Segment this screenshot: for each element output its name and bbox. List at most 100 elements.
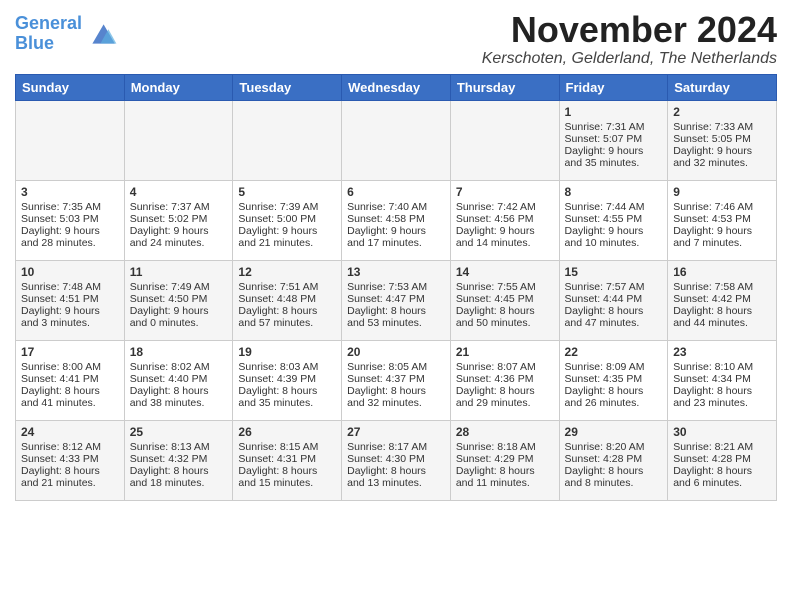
- day-info-line: Daylight: 9 hours and 3 minutes.: [21, 305, 119, 329]
- day-number: 12: [238, 265, 336, 279]
- day-number: 25: [130, 425, 228, 439]
- day-info-line: Sunrise: 8:18 AM: [456, 441, 554, 453]
- calendar-cell: 21Sunrise: 8:07 AMSunset: 4:36 PMDayligh…: [450, 340, 559, 420]
- day-info-line: Sunrise: 7:33 AM: [673, 121, 771, 133]
- day-info-line: Sunrise: 7:58 AM: [673, 281, 771, 293]
- day-number: 28: [456, 425, 554, 439]
- location: Kerschoten, Gelderland, The Netherlands: [482, 50, 777, 68]
- day-info-line: Sunrise: 7:44 AM: [565, 201, 663, 213]
- day-info-line: Sunrise: 7:31 AM: [565, 121, 663, 133]
- day-info-line: Sunset: 4:47 PM: [347, 293, 445, 305]
- day-info-line: Daylight: 8 hours and 32 minutes.: [347, 385, 445, 409]
- day-number: 2: [673, 105, 771, 119]
- day-info-line: Sunrise: 8:03 AM: [238, 361, 336, 373]
- day-info-line: Sunrise: 7:53 AM: [347, 281, 445, 293]
- day-info-line: Daylight: 8 hours and 11 minutes.: [456, 465, 554, 489]
- calendar-cell: [233, 100, 342, 180]
- day-info-line: Sunset: 4:55 PM: [565, 213, 663, 225]
- calendar-cell: 10Sunrise: 7:48 AMSunset: 4:51 PMDayligh…: [16, 260, 125, 340]
- day-number: 11: [130, 265, 228, 279]
- day-number: 9: [673, 185, 771, 199]
- day-info-line: Sunrise: 8:20 AM: [565, 441, 663, 453]
- col-wednesday: Wednesday: [342, 74, 451, 100]
- day-info-line: Sunrise: 8:21 AM: [673, 441, 771, 453]
- day-info-line: Sunset: 4:40 PM: [130, 373, 228, 385]
- day-info-line: Sunset: 4:34 PM: [673, 373, 771, 385]
- day-number: 13: [347, 265, 445, 279]
- day-info-line: Daylight: 8 hours and 6 minutes.: [673, 465, 771, 489]
- week-row-3: 17Sunrise: 8:00 AMSunset: 4:41 PMDayligh…: [16, 340, 777, 420]
- day-info-line: Daylight: 9 hours and 21 minutes.: [238, 225, 336, 249]
- day-info-line: Sunrise: 7:40 AM: [347, 201, 445, 213]
- day-number: 30: [673, 425, 771, 439]
- day-info-line: Sunrise: 8:07 AM: [456, 361, 554, 373]
- week-row-1: 3Sunrise: 7:35 AMSunset: 5:03 PMDaylight…: [16, 180, 777, 260]
- col-sunday: Sunday: [16, 74, 125, 100]
- day-number: 21: [456, 345, 554, 359]
- day-info-line: Sunset: 4:32 PM: [130, 453, 228, 465]
- calendar-cell: 16Sunrise: 7:58 AMSunset: 4:42 PMDayligh…: [668, 260, 777, 340]
- day-info-line: Sunset: 4:35 PM: [565, 373, 663, 385]
- day-number: 19: [238, 345, 336, 359]
- day-info-line: Daylight: 8 hours and 41 minutes.: [21, 385, 119, 409]
- day-number: 17: [21, 345, 119, 359]
- calendar-cell: 24Sunrise: 8:12 AMSunset: 4:33 PMDayligh…: [16, 420, 125, 500]
- day-info-line: Daylight: 8 hours and 53 minutes.: [347, 305, 445, 329]
- day-info-line: Sunset: 5:02 PM: [130, 213, 228, 225]
- calendar-header: Sunday Monday Tuesday Wednesday Thursday…: [16, 74, 777, 100]
- day-info-line: Sunrise: 8:00 AM: [21, 361, 119, 373]
- day-info-line: Daylight: 8 hours and 15 minutes.: [238, 465, 336, 489]
- calendar-cell: 8Sunrise: 7:44 AMSunset: 4:55 PMDaylight…: [559, 180, 668, 260]
- day-info-line: Sunset: 4:37 PM: [347, 373, 445, 385]
- calendar-cell: 2Sunrise: 7:33 AMSunset: 5:05 PMDaylight…: [668, 100, 777, 180]
- day-info-line: Sunrise: 8:13 AM: [130, 441, 228, 453]
- day-info-line: Daylight: 9 hours and 0 minutes.: [130, 305, 228, 329]
- day-number: 7: [456, 185, 554, 199]
- day-number: 29: [565, 425, 663, 439]
- day-number: 8: [565, 185, 663, 199]
- day-info-line: Sunrise: 7:37 AM: [130, 201, 228, 213]
- logo: General Blue: [15, 14, 118, 54]
- day-info-line: Daylight: 9 hours and 17 minutes.: [347, 225, 445, 249]
- day-info-line: Sunrise: 8:02 AM: [130, 361, 228, 373]
- day-info-line: Sunset: 4:48 PM: [238, 293, 336, 305]
- day-number: 24: [21, 425, 119, 439]
- day-number: 18: [130, 345, 228, 359]
- day-info-line: Sunrise: 8:12 AM: [21, 441, 119, 453]
- col-monday: Monday: [124, 74, 233, 100]
- day-number: 15: [565, 265, 663, 279]
- day-number: 1: [565, 105, 663, 119]
- calendar-cell: 22Sunrise: 8:09 AMSunset: 4:35 PMDayligh…: [559, 340, 668, 420]
- day-info-line: Sunset: 4:44 PM: [565, 293, 663, 305]
- calendar-cell: 12 Sunrise: 7:51 AMSunset: 4:48 PMDayligh…: [233, 260, 342, 340]
- day-info-line: Daylight: 9 hours and 24 minutes.: [130, 225, 228, 249]
- day-info-line: Sunset: 4:45 PM: [456, 293, 554, 305]
- day-info-line: Sunrise: 7:55 AM: [456, 281, 554, 293]
- calendar-cell: 19Sunrise: 8:03 AMSunset: 4:39 PMDayligh…: [233, 340, 342, 420]
- day-info-line: Sunrise: 7:49 AM: [130, 281, 228, 293]
- day-number: 16: [673, 265, 771, 279]
- day-info-line: Sunrise: 8:05 AM: [347, 361, 445, 373]
- day-info-line: Sunrise: 7:51 AM: [238, 281, 336, 293]
- logo-icon: [86, 18, 118, 50]
- day-number: 27: [347, 425, 445, 439]
- day-info-line: Sunrise: 7:35 AM: [21, 201, 119, 213]
- calendar-cell: 11Sunrise: 7:49 AMSunset: 4:50 PMDayligh…: [124, 260, 233, 340]
- day-number: 26: [238, 425, 336, 439]
- day-number: 22: [565, 345, 663, 359]
- week-row-0: 1Sunrise: 7:31 AMSunset: 5:07 PMDaylight…: [16, 100, 777, 180]
- day-info-line: Sunset: 4:31 PM: [238, 453, 336, 465]
- day-info-line: Daylight: 8 hours and 13 minutes.: [347, 465, 445, 489]
- day-number: 10: [21, 265, 119, 279]
- day-number: 5: [238, 185, 336, 199]
- calendar-cell: 28Sunrise: 8:18 AMSunset: 4:29 PMDayligh…: [450, 420, 559, 500]
- day-info-line: Sunset: 4:36 PM: [456, 373, 554, 385]
- calendar-cell: [124, 100, 233, 180]
- day-info-line: Daylight: 8 hours and 8 minutes.: [565, 465, 663, 489]
- day-info-line: Daylight: 8 hours and 38 minutes.: [130, 385, 228, 409]
- calendar-cell: 13 Sunrise: 7:53 AMSunset: 4:47 PMDayligh…: [342, 260, 451, 340]
- day-info-line: Sunset: 5:05 PM: [673, 133, 771, 145]
- header-row: Sunday Monday Tuesday Wednesday Thursday…: [16, 74, 777, 100]
- day-info-line: Daylight: 8 hours and 57 minutes.: [238, 305, 336, 329]
- week-row-2: 10Sunrise: 7:48 AMSunset: 4:51 PMDayligh…: [16, 260, 777, 340]
